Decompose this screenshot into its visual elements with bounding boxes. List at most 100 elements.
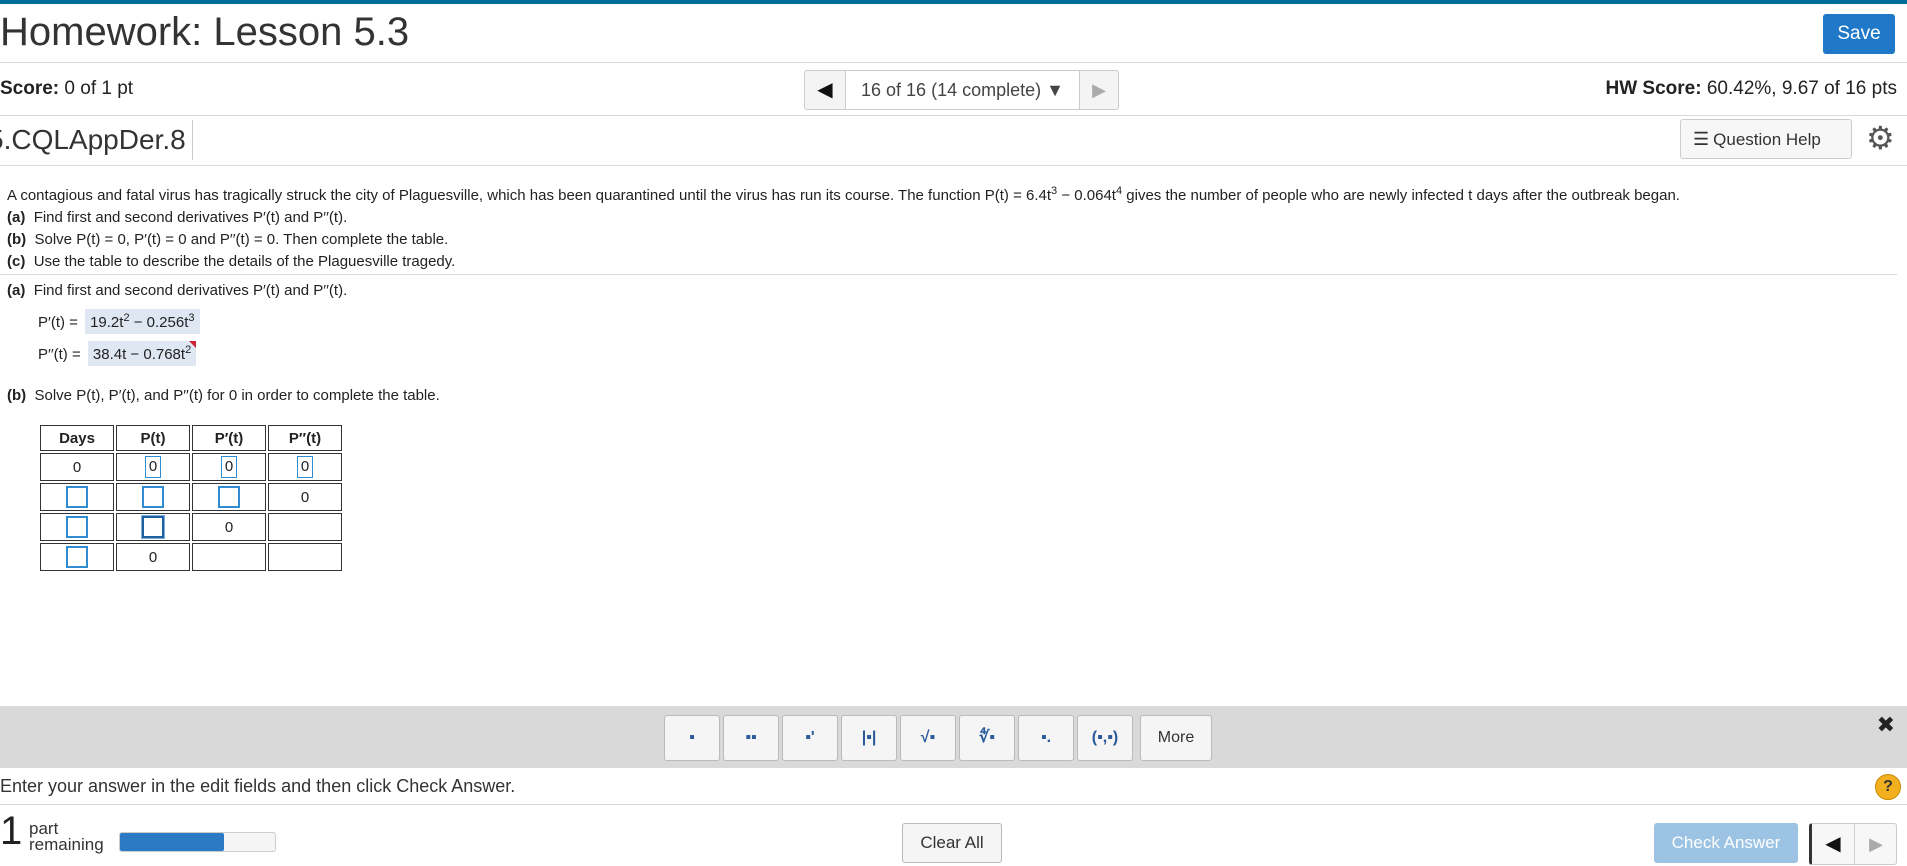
previous-question-button[interactable]: ◀: [805, 71, 846, 109]
divider: [0, 274, 1897, 275]
help-icon[interactable]: ?: [1875, 774, 1901, 800]
nth-root-icon[interactable]: ∜▪: [959, 715, 1015, 761]
list-icon: ☰: [1693, 129, 1710, 149]
clear-all-button[interactable]: Clear All: [902, 823, 1002, 863]
close-icon[interactable]: ✖: [1877, 712, 1895, 738]
hw-score-label: HW Score:: [1605, 78, 1702, 99]
column-header: P′′(t): [268, 425, 342, 451]
absolute-value-icon[interactable]: |▪|: [841, 715, 897, 761]
column-header: P(t): [116, 425, 190, 451]
problem-part-b: (b) Solve P(t) = 0, P′(t) = 0 and P′′(t)…: [7, 229, 1680, 251]
answer-input[interactable]: 0: [221, 456, 237, 478]
table-header-row: Days P(t) P′(t) P′′(t): [40, 425, 342, 451]
first-derivative-answer[interactable]: 19.2t2 − 0.256t3: [85, 309, 200, 334]
triangle-right-icon: ▶: [1869, 834, 1883, 854]
column-header: P′(t): [192, 425, 266, 451]
score-value: 0 of 1 pt: [64, 78, 134, 99]
score: Score: 0 of 1 pt: [0, 78, 133, 100]
square-root-icon[interactable]: √▪: [900, 715, 956, 761]
second-derivative-row: P′′(t) = 38.4t − 0.768t2: [38, 341, 197, 366]
table-cell: [268, 543, 342, 571]
progress-fill: [120, 833, 224, 851]
table-cell: 0: [268, 453, 342, 481]
exponent-icon[interactable]: ▪': [782, 715, 838, 761]
hint-text: Enter your answer in the edit fields and…: [0, 776, 516, 796]
fraction-icon[interactable]: ▪: [664, 715, 720, 761]
problem-statement: A contagious and fatal virus has tragica…: [7, 180, 1680, 273]
score-label: Score:: [0, 78, 60, 99]
problem-intro-text: A contagious and fatal virus has tragica…: [7, 187, 1052, 204]
part-text: Find first and second derivatives P′(t) …: [33, 282, 348, 299]
problem-part-c: (c) Use the table to describe the detail…: [7, 251, 1680, 273]
table-cell: [192, 483, 266, 511]
problem-intro-text: − 0.064t: [1057, 187, 1116, 204]
incorrect-flag-icon: [189, 341, 197, 348]
question-help-label: Question Help: [1713, 130, 1821, 149]
table-cell: 0: [116, 543, 190, 571]
hint-bar: Enter your answer in the edit fields and…: [0, 768, 1907, 805]
parts-remaining-label: part remaining: [29, 820, 104, 853]
problem-intro-text: gives the number of people who are newly…: [1122, 187, 1680, 204]
answer-input[interactable]: [66, 486, 88, 508]
part-text: Use the table to describe the details of…: [33, 253, 456, 270]
part-tag: (c): [7, 253, 26, 270]
triangle-left-icon: ◀: [1825, 833, 1841, 855]
exponent: 3: [188, 312, 195, 324]
question-id: 5.CQLAppDer.8: [0, 120, 193, 160]
answer-input-active[interactable]: [142, 516, 164, 538]
footer: 1 part remaining Clear All Check Answer ◀…: [0, 805, 1907, 866]
part-b-heading: (b) Solve P(t), P′(t), and P′′(t) for 0 …: [7, 387, 440, 404]
question-position: 16 of 16 (14 complete): [861, 80, 1042, 100]
problem-part-a: (a) Find first and second derivatives P′…: [7, 207, 1680, 229]
question-selector-dropdown[interactable]: 16 of 16 (14 complete) ▼: [846, 71, 1080, 109]
footer-navigator: ◀ ▶: [1809, 823, 1897, 865]
part-tag: (a): [7, 209, 26, 226]
answer-table: Days P(t) P′(t) P′′(t) 0 0 0 0 0 0 0: [38, 423, 344, 573]
second-derivative-answer[interactable]: 38.4t − 0.768t2: [87, 341, 197, 366]
check-answer-button[interactable]: Check Answer: [1654, 823, 1798, 863]
answer-text: − 0.256t: [129, 314, 189, 331]
decimal-icon[interactable]: ▪.: [1018, 715, 1074, 761]
hw-score: HW Score: 60.42%, 9.67 of 16 pts: [1606, 78, 1898, 100]
table-cell: [40, 543, 114, 571]
answer-text: 38.4t − 0.768t: [92, 346, 186, 363]
table-cell: [116, 513, 190, 541]
table-cell: 0: [40, 453, 114, 481]
triangle-left-icon: ◀: [817, 79, 833, 101]
answer-input[interactable]: [142, 486, 164, 508]
mixed-number-icon[interactable]: ▪▪: [723, 715, 779, 761]
next-part-button[interactable]: ▶: [1856, 824, 1896, 864]
question-bar: 5.CQLAppDer.8 ☰ Question Help ⚙: [0, 116, 1907, 166]
table-cell: 0: [192, 453, 266, 481]
answer-input[interactable]: 0: [145, 456, 161, 478]
previous-part-button[interactable]: ◀: [1812, 824, 1855, 864]
first-derivative-label: P′(t) =: [38, 314, 78, 331]
gear-icon[interactable]: ⚙: [1866, 119, 1895, 157]
table-cell: [40, 483, 114, 511]
ordered-pair-icon[interactable]: (▪,▪): [1077, 715, 1133, 761]
math-toolbar: ▪ ▪▪ ▪' |▪| √▪ ∜▪ ▪. (▪,▪) More ✖: [0, 706, 1907, 768]
next-question-button[interactable]: ▶: [1080, 71, 1118, 109]
header: Homework: Lesson 5.3 Save: [0, 4, 1907, 63]
part-tag: (b): [7, 387, 27, 404]
dropdown-triangle-icon: ▼: [1046, 80, 1064, 100]
part-text: Solve P(t), P′(t), and P′′(t) for 0 in o…: [34, 387, 440, 404]
answer-input[interactable]: [218, 486, 240, 508]
part-tag: (b): [7, 231, 27, 248]
table-cell: 0: [192, 513, 266, 541]
answer-input[interactable]: 0: [297, 456, 313, 478]
answer-input[interactable]: [66, 546, 88, 568]
page-title: Homework: Lesson 5.3: [0, 10, 410, 54]
part-tag: (a): [7, 282, 26, 299]
answer-input[interactable]: [66, 516, 88, 538]
triangle-right-icon: ▶: [1092, 80, 1106, 100]
question-help-button[interactable]: ☰ Question Help: [1680, 119, 1852, 159]
score-bar: Score: 0 of 1 pt ◀ 16 of 16 (14 complete…: [0, 63, 1907, 116]
first-derivative-row: P′(t) = 19.2t2 − 0.256t3: [38, 309, 200, 334]
second-derivative-label: P′′(t) =: [38, 346, 81, 363]
column-header: Days: [40, 425, 114, 451]
part-text: Find first and second derivatives P′(t) …: [33, 209, 348, 226]
more-button[interactable]: More: [1140, 715, 1212, 761]
save-button[interactable]: Save: [1823, 14, 1895, 54]
table-row: 0: [40, 483, 342, 511]
